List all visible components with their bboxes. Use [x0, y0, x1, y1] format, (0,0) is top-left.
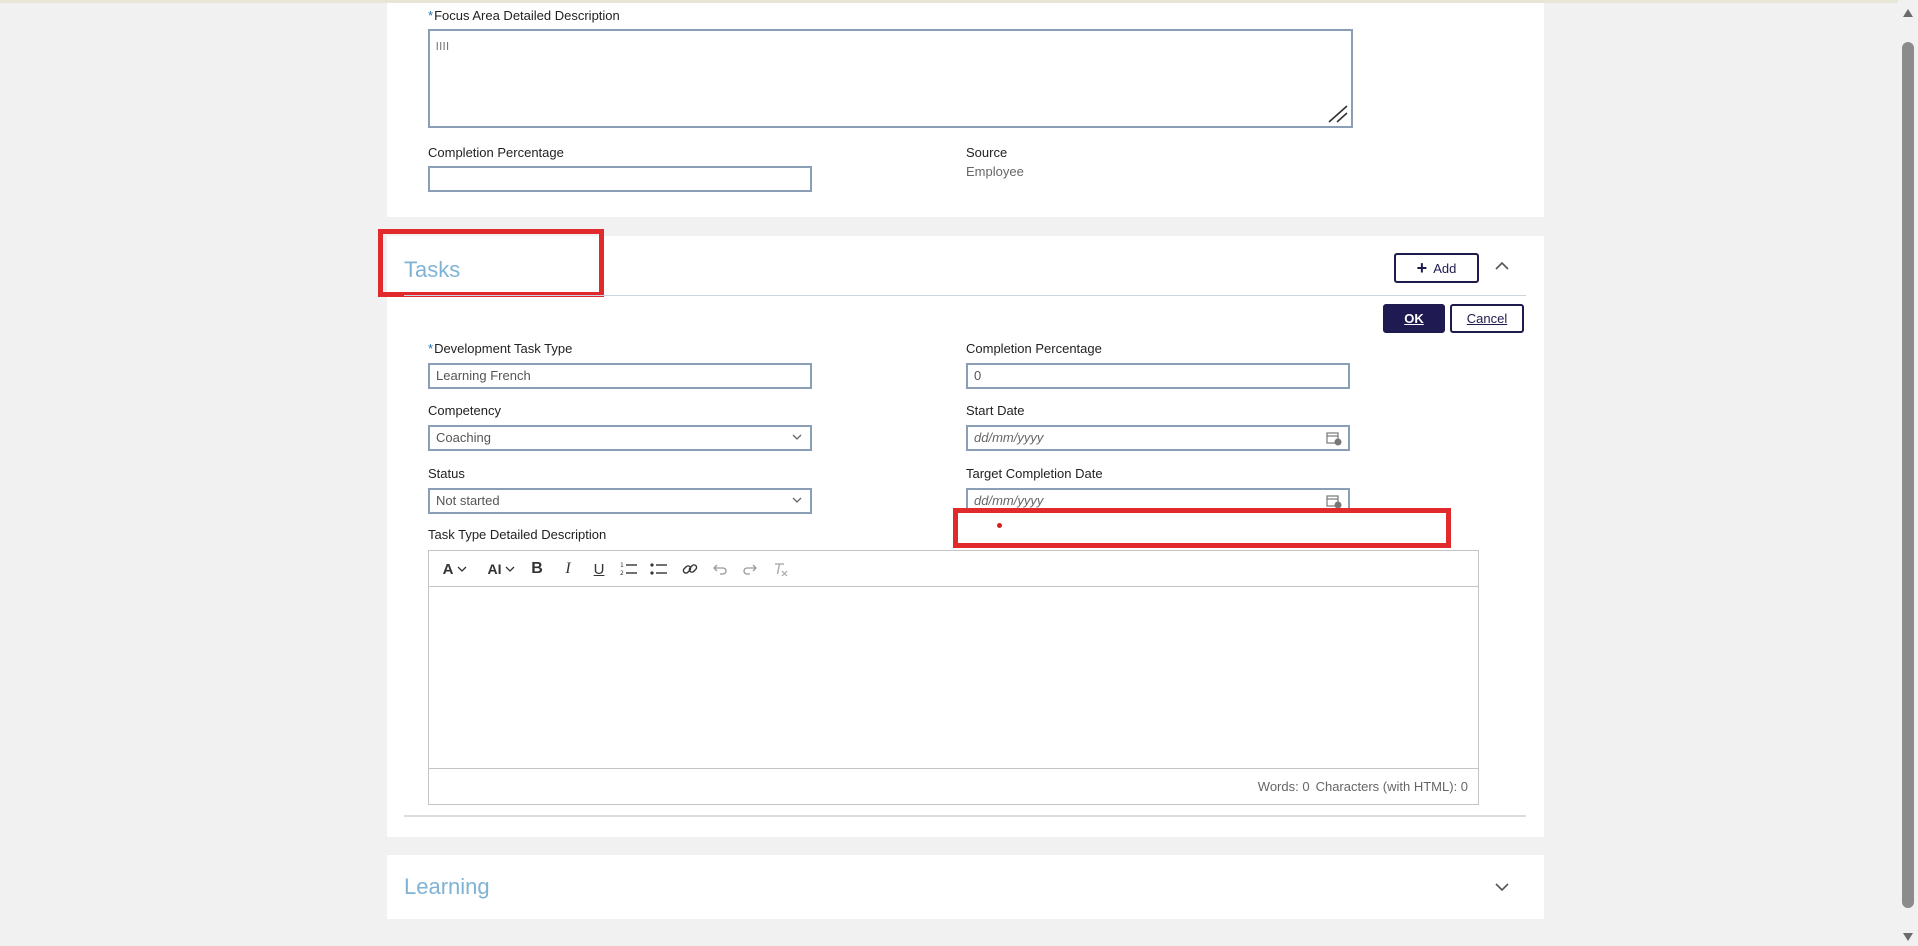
collapse-chevron-up-icon[interactable] — [1494, 258, 1510, 274]
task-completion-input[interactable]: 0 — [966, 363, 1350, 389]
focus-completion-label: Completion Percentage — [428, 145, 564, 160]
highlight-box-target-date — [953, 508, 1451, 548]
chevron-down-icon — [457, 566, 467, 572]
required-marker: * — [428, 8, 434, 23]
label-text: Development Task Type — [434, 341, 573, 356]
bullet-list-glyph — [650, 563, 667, 575]
button-label: Add — [1433, 260, 1457, 276]
input-value: 0 — [974, 368, 982, 383]
source-value: Employee — [966, 164, 1024, 179]
focus-area-description-textarea[interactable]: llll — [428, 29, 1353, 128]
svg-text:2: 2 — [620, 570, 624, 577]
scroll-down-arrow-icon[interactable] — [1902, 932, 1914, 942]
start-date-input[interactable]: dd/mm/yyyy — [966, 425, 1350, 451]
word-count: Words: 0 — [1257, 779, 1310, 794]
learning-section-title: Learning — [404, 874, 490, 899]
dev-task-type-input[interactable]: Learning French — [428, 363, 812, 389]
redo-glyph — [743, 564, 757, 575]
svg-text:1: 1 — [620, 562, 624, 569]
numbered-list-glyph: 1 2 — [620, 562, 637, 577]
source-label: Source — [966, 145, 1008, 160]
clear-format-icon[interactable] — [770, 559, 790, 579]
bullet-list-icon[interactable] — [648, 559, 670, 579]
italic-icon[interactable]: I — [558, 559, 578, 579]
input-placeholder: dd/mm/yyyy — [974, 430, 1044, 445]
chevron-down-icon — [792, 497, 802, 503]
vertical-scrollbar[interactable] — [1898, 0, 1918, 946]
learning-panel — [387, 855, 1544, 919]
highlight-box-tasks-title — [378, 229, 604, 297]
competency-label: Competency — [428, 403, 501, 418]
scrollbar-thumb[interactable] — [1902, 42, 1914, 908]
editor-footer: Words: 0 Characters (with HTML): 0 — [429, 768, 1478, 804]
font-size-icon: AI — [487, 561, 502, 577]
font-size-dropdown[interactable]: AI — [483, 559, 519, 579]
chevron-down-icon — [505, 566, 514, 572]
start-date-label: Start Date — [966, 403, 1025, 418]
font-family-icon: A — [442, 560, 454, 578]
clear-format-glyph — [775, 563, 788, 577]
input-value: Learning French — [436, 368, 531, 383]
redo-icon[interactable] — [740, 559, 760, 579]
character-count: Characters (with HTML): 0 — [1315, 779, 1468, 794]
link-icon[interactable] — [679, 559, 701, 579]
undo-glyph — [713, 564, 727, 575]
scroll-up-arrow-icon[interactable] — [1902, 8, 1914, 18]
tasks-header-divider — [404, 295, 1526, 296]
numbered-list-icon[interactable]: 1 2 — [618, 559, 640, 579]
link-glyph — [682, 564, 698, 574]
error-dot — [997, 523, 1002, 528]
focus-completion-input[interactable] — [428, 166, 812, 192]
tasks-bottom-divider — [404, 815, 1526, 817]
plus-icon: + — [1416, 258, 1428, 278]
task-desc-editor: A AI B I U 1 2 Words: 0 Characters (with… — [428, 550, 1479, 805]
calendar-icon[interactable] — [1326, 431, 1342, 446]
dev-task-type-label: *Development Task Type — [428, 341, 572, 356]
font-family-dropdown[interactable]: A — [437, 559, 473, 579]
task-desc-label: Task Type Detailed Description — [428, 527, 607, 542]
calendar-icon[interactable] — [1326, 494, 1342, 509]
select-value: Not started — [436, 493, 500, 508]
select-value: Coaching — [436, 430, 491, 445]
task-completion-label: Completion Percentage — [966, 341, 1102, 356]
status-label: Status — [428, 466, 465, 481]
ok-button[interactable]: OK — [1383, 304, 1445, 333]
resize-grip-icon[interactable] — [1327, 104, 1349, 124]
required-marker: * — [428, 341, 434, 356]
input-placeholder: dd/mm/yyyy — [974, 493, 1044, 508]
cancel-button[interactable]: Cancel — [1450, 304, 1524, 333]
undo-icon[interactable] — [710, 559, 730, 579]
status-select[interactable]: Not started — [428, 488, 812, 514]
bold-icon[interactable]: B — [527, 559, 547, 579]
target-date-label: Target Completion Date — [966, 466, 1103, 481]
focus-area-description-label: *Focus Area Detailed Description — [428, 8, 620, 23]
chevron-down-icon — [792, 434, 802, 440]
expand-chevron-down-icon[interactable] — [1494, 879, 1510, 895]
editor-toolbar: A AI B I U 1 2 — [429, 551, 1478, 587]
editor-content-area[interactable] — [430, 588, 1477, 768]
label-text: Focus Area Detailed Description — [434, 8, 620, 23]
textarea-value: llll — [436, 41, 450, 53]
competency-select[interactable]: Coaching — [428, 425, 812, 451]
underline-icon[interactable]: U — [589, 559, 609, 579]
add-task-button[interactable]: + Add — [1394, 253, 1479, 283]
